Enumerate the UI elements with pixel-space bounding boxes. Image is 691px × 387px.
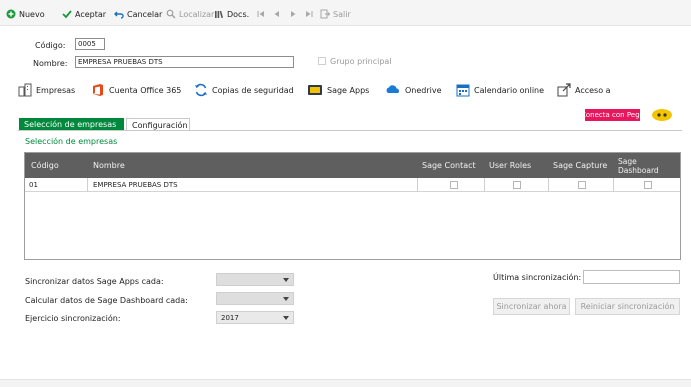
grid-separator <box>548 178 549 192</box>
app-office365[interactable]: Cuenta Office 365 <box>91 82 181 98</box>
tab-underline <box>18 130 682 131</box>
cell-nombre: EMPRESA PRUEBAS DTS <box>93 181 178 189</box>
undo-icon <box>114 11 124 19</box>
ultima-sync-label: Última sincronización: <box>493 273 582 282</box>
cloud-icon <box>386 85 399 93</box>
app-copias-seguridad[interactable]: Copias de seguridad <box>194 82 294 98</box>
cancelar-button[interactable]: Cancelar <box>114 8 162 20</box>
buildings-icon <box>18 83 32 97</box>
sync-sage-apps-select[interactable] <box>216 273 294 286</box>
grid-separator <box>613 178 614 192</box>
calendar-icon <box>456 84 470 97</box>
cell-sage-capture-checkbox[interactable] <box>578 181 586 189</box>
codigo-label: Código: <box>35 41 66 50</box>
app-onedrive[interactable]: Onedrive <box>385 82 442 98</box>
last-record-icon[interactable] <box>304 9 314 19</box>
app-calendario-label: Calendario online <box>474 85 545 95</box>
app-acceso[interactable]: Acceso a <box>557 82 611 98</box>
toolbar: Nuevo Aceptar Cancelar Localizar Docs. S… <box>0 0 691 26</box>
next-record-icon[interactable] <box>288 9 298 19</box>
library-icon <box>215 10 224 19</box>
grupo-principal-label: Grupo principal <box>330 57 392 66</box>
reiniciar-sincronizacion-button[interactable]: Reiniciar sincronización <box>575 298 680 315</box>
grupo-principal-checkbox[interactable] <box>318 57 326 65</box>
grid-separator <box>87 178 88 192</box>
nuevo-label: Nuevo <box>19 9 45 19</box>
table-row[interactable]: 01 EMPRESA PRUEBAS DTS <box>25 178 680 192</box>
localizar-label: Localizar <box>179 9 215 19</box>
status-bar <box>0 379 691 387</box>
docs-label: Docs. <box>227 9 250 19</box>
chevron-down-icon <box>283 316 289 320</box>
cancelar-label: Cancelar <box>127 9 163 19</box>
search-icon <box>166 9 176 19</box>
sincronizar-ahora-button[interactable]: Sincronizar ahora <box>493 298 570 315</box>
column-sage-dashboard[interactable]: Sage Dashboard <box>618 153 659 178</box>
docs-button[interactable]: Docs. <box>214 8 249 20</box>
office-icon <box>93 84 103 96</box>
grid-header: Código Nombre Sage Contact User Roles Sa… <box>25 153 680 178</box>
app-empresas[interactable]: Empresas <box>18 82 75 98</box>
pegi-logo-icon <box>652 109 672 121</box>
sync-dashboard-select[interactable] <box>216 292 294 305</box>
salir-label: Salir <box>333 9 351 19</box>
nombre-label: Nombre: <box>33 59 68 68</box>
column-sage-capture[interactable]: Sage Capture <box>553 153 607 178</box>
app-sage-apps-label: Sage Apps <box>327 85 370 95</box>
app-empresas-label: Empresas <box>36 85 76 95</box>
nuevo-button[interactable]: Nuevo <box>6 8 45 20</box>
chevron-down-icon <box>283 278 289 282</box>
column-codigo[interactable]: Código <box>31 153 59 178</box>
cell-sage-dashboard-checkbox[interactable] <box>644 181 652 189</box>
codigo-field[interactable]: 0005 <box>75 38 105 50</box>
column-sage-contact[interactable]: Sage Contact <box>422 153 476 178</box>
chevron-down-icon <box>283 297 289 301</box>
sync-sage-apps-label: Sincronizar datos Sage Apps cada: <box>25 277 164 286</box>
record-navigation <box>256 8 314 20</box>
app-onedrive-label: Onedrive <box>405 85 442 95</box>
first-record-icon[interactable] <box>256 9 266 19</box>
aceptar-button[interactable]: Aceptar <box>62 8 106 20</box>
check-icon <box>62 10 72 19</box>
salir-button[interactable]: Salir <box>320 8 351 20</box>
localizar-button[interactable]: Localizar <box>166 8 214 20</box>
sync-ejercicio-value: 2017 <box>221 313 239 322</box>
column-nombre[interactable]: Nombre <box>93 153 125 178</box>
exit-icon <box>320 9 330 19</box>
cell-user-roles-checkbox[interactable] <box>513 181 521 189</box>
app-acceso-label: Acceso a <box>575 85 611 95</box>
cell-codigo: 01 <box>29 181 38 189</box>
pegi-connect-button[interactable]: Conecta con Pegg <box>581 109 644 121</box>
sync-ejercicio-label: Ejercicio sincronización: <box>25 314 121 323</box>
app-copias-label: Copias de seguridad <box>212 85 294 95</box>
sync-dashboard-label: Calcular datos de Sage Dashboard cada: <box>25 296 188 305</box>
grid-separator <box>417 178 418 192</box>
plus-circle-icon <box>6 9 16 19</box>
cell-sage-contact-checkbox[interactable] <box>450 181 458 189</box>
nombre-field[interactable]: EMPRESA PRUEBAS DTS <box>75 56 294 68</box>
grid-separator <box>484 178 485 192</box>
app-sage-apps[interactable]: Sage Apps <box>307 82 369 98</box>
sync-ejercicio-select[interactable]: 2017 <box>216 311 294 324</box>
previous-record-icon[interactable] <box>272 9 282 19</box>
external-link-icon <box>557 83 571 97</box>
ultima-sync-field[interactable] <box>583 270 680 284</box>
sage-apps-icon <box>308 85 322 95</box>
companies-grid: Código Nombre Sage Contact User Roles Sa… <box>24 152 681 260</box>
app-office365-label: Cuenta Office 365 <box>109 85 182 95</box>
section-title: Selección de empresas <box>25 137 118 146</box>
sync-icon <box>195 83 207 97</box>
column-user-roles[interactable]: User Roles <box>489 153 531 178</box>
app-calendario[interactable]: Calendario online <box>456 82 544 98</box>
aceptar-label: Aceptar <box>75 9 107 19</box>
